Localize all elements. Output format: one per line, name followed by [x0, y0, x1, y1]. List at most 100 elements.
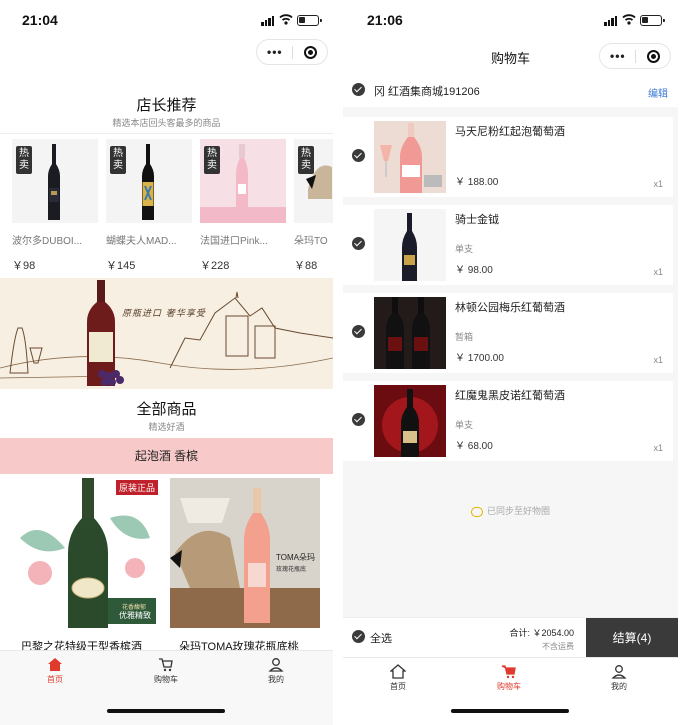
bottle-label: TOMA朵玛: [276, 553, 315, 562]
tab-profile[interactable]: 我的: [589, 664, 649, 692]
category-tab-sparkling[interactable]: 起泡酒 香槟: [0, 438, 333, 474]
cart-item[interactable]: 林顿公园梅乐红葡萄酒 暂箱 ￥ 1700.00 x1: [343, 293, 673, 373]
item-price: ￥ 68.00: [455, 441, 493, 452]
item-image[interactable]: [374, 121, 446, 193]
tab-label: 首页: [390, 682, 406, 691]
item-select-checkbox[interactable]: [352, 237, 365, 250]
select-all-checkbox[interactable]: [352, 630, 365, 643]
close-mini-program-icon[interactable]: [304, 46, 317, 59]
tab-label: 购物车: [154, 675, 178, 684]
product-price: ￥88: [294, 260, 318, 272]
tab-label: 首页: [47, 675, 63, 684]
hot-badge: 热卖: [110, 146, 126, 174]
product-name: 法国进口Pink...: [200, 236, 268, 247]
all-goods-title: 全部商品: [136, 401, 197, 418]
product-price: ￥98: [12, 260, 36, 272]
cart-icon: [159, 658, 173, 672]
item-select-checkbox[interactable]: [352, 149, 365, 162]
item-quantity: x1: [653, 179, 663, 189]
product-image[interactable]: 热卖: [106, 139, 192, 223]
item-spec: 单支: [455, 420, 474, 430]
mini-program-capsule[interactable]: •••: [256, 39, 328, 65]
tab-label: 我的: [268, 675, 284, 684]
item-name: 红魔鬼黑皮诺红葡萄酒: [455, 390, 565, 402]
edit-button[interactable]: 编辑: [648, 85, 668, 100]
checkout-button[interactable]: 结算(4): [586, 618, 678, 658]
item-select-checkbox[interactable]: [352, 413, 365, 426]
cart-item[interactable]: 红魔鬼黑皮诺红葡萄酒 单支 ￥ 68.00 x1: [343, 381, 673, 461]
home-screen: 21:04 ••• 店长推荐 精选本店回头客最多的商品 热卖 波尔多DUBOI.…: [0, 0, 333, 725]
home-icon: [48, 658, 62, 671]
mini-program-capsule[interactable]: •••: [599, 43, 671, 69]
hot-badge: 热卖: [16, 146, 32, 174]
cart-header: 21:06 购物车 •••: [343, 0, 678, 77]
tab-cart[interactable]: 购物车: [479, 664, 539, 692]
status-bar: 21:06: [343, 0, 678, 40]
cart-icon: [501, 665, 516, 679]
recommend-product-card[interactable]: 热卖 法国进口Pink... ￥228: [200, 139, 286, 273]
tab-label: 购物车: [497, 682, 521, 691]
item-select-checkbox[interactable]: [352, 325, 365, 338]
item-quantity: x1: [653, 443, 663, 453]
bottle-label-2: 玫瑰花瓶底: [276, 567, 307, 573]
more-icon[interactable]: •••: [610, 50, 626, 62]
battery-icon: [297, 15, 322, 26]
recommend-product-card[interactable]: 热卖 蝴蝶夫人MAD... ￥145: [106, 139, 192, 273]
recommend-product-card[interactable]: 热卖 波尔多DUBOI... ￥98: [12, 139, 98, 273]
recommend-title: 店长推荐: [136, 97, 197, 114]
product-price: ￥145: [106, 260, 136, 272]
item-price: ￥ 1700.00: [455, 353, 504, 364]
sync-icon: [470, 506, 483, 517]
more-icon[interactable]: •••: [267, 46, 283, 58]
cart-item[interactable]: 马天尼粉红起泡葡萄酒 ￥ 188.00 x1: [343, 117, 673, 197]
shop-name[interactable]: 冈 红酒集商城191206: [374, 83, 480, 99]
item-spec: 单支: [455, 244, 474, 254]
item-image[interactable]: [374, 385, 446, 457]
tab-bar: 首页 购物车 我的: [343, 657, 678, 725]
all-goods-subtitle: 精选好酒: [148, 422, 185, 432]
product-name: 波尔多DUBOI...: [12, 236, 83, 247]
close-mini-program-icon[interactable]: [647, 50, 660, 63]
tab-cart[interactable]: 购物车: [136, 657, 196, 685]
select-all-label[interactable]: 全选: [370, 630, 392, 646]
status-bar: 21:04: [0, 0, 333, 40]
signal-icon: [604, 16, 618, 26]
product-price: ￥228: [200, 260, 230, 272]
item-price: ￥ 188.00: [455, 177, 499, 188]
tab-profile[interactable]: 我的: [246, 657, 306, 685]
product-name: 朵玛TO: [294, 236, 328, 247]
item-image[interactable]: [374, 297, 446, 369]
item-name: 林顿公园梅乐红葡萄酒: [455, 302, 565, 314]
item-quantity: x1: [653, 355, 663, 365]
item-spec: 暂箱: [455, 332, 474, 342]
user-icon: [268, 658, 284, 672]
sticker-text: 优雅精致: [119, 611, 151, 620]
product-image[interactable]: 热卖: [200, 139, 286, 223]
cart-screen: 21:06 购物车 ••• 冈 红酒集商城191206 编辑 马天尼粉红起泡葡萄…: [343, 0, 678, 725]
hot-badge: 热卖: [204, 146, 220, 174]
banner-illustration: [0, 280, 333, 386]
item-name: 骑士金钺: [455, 214, 499, 226]
authentic-badge: 原装正品: [115, 480, 158, 495]
featured-product-image[interactable]: 原装正品 花香馥郁 优雅精致: [10, 478, 160, 628]
signal-icon: [261, 16, 275, 26]
total-price: 合计: ￥2054.00: [509, 628, 574, 638]
shop-select-checkbox[interactable]: [352, 83, 365, 96]
cart-item[interactable]: 骑士金钺 单支 ￥ 98.00 x1: [343, 205, 673, 285]
sync-notice[interactable]: 已同步至好物圈: [343, 504, 678, 517]
wifi-icon: [622, 14, 636, 25]
sync-text: 已同步至好物圈: [486, 506, 550, 516]
recommend-product-card[interactable]: 热卖 朵玛TO ￥88: [294, 139, 333, 273]
checkout-bar: 全选 合计: ￥2054.00 不含运费 结算(4): [343, 617, 678, 658]
tab-bar: 首页 购物车 我的: [0, 650, 333, 725]
product-image[interactable]: 热卖: [294, 139, 333, 223]
item-image[interactable]: [374, 209, 446, 281]
item-price: ￥ 98.00: [455, 265, 493, 276]
status-time: 21:06: [367, 12, 403, 28]
product-image[interactable]: 热卖: [12, 139, 98, 223]
promo-banner[interactable]: 原瓶进口 奢华享受: [0, 278, 333, 389]
featured-product-image[interactable]: TOMA朵玛 玫瑰花瓶底: [170, 478, 320, 628]
home-icon: [390, 664, 406, 679]
tab-home[interactable]: 首页: [25, 657, 85, 685]
tab-home[interactable]: 首页: [368, 664, 428, 692]
